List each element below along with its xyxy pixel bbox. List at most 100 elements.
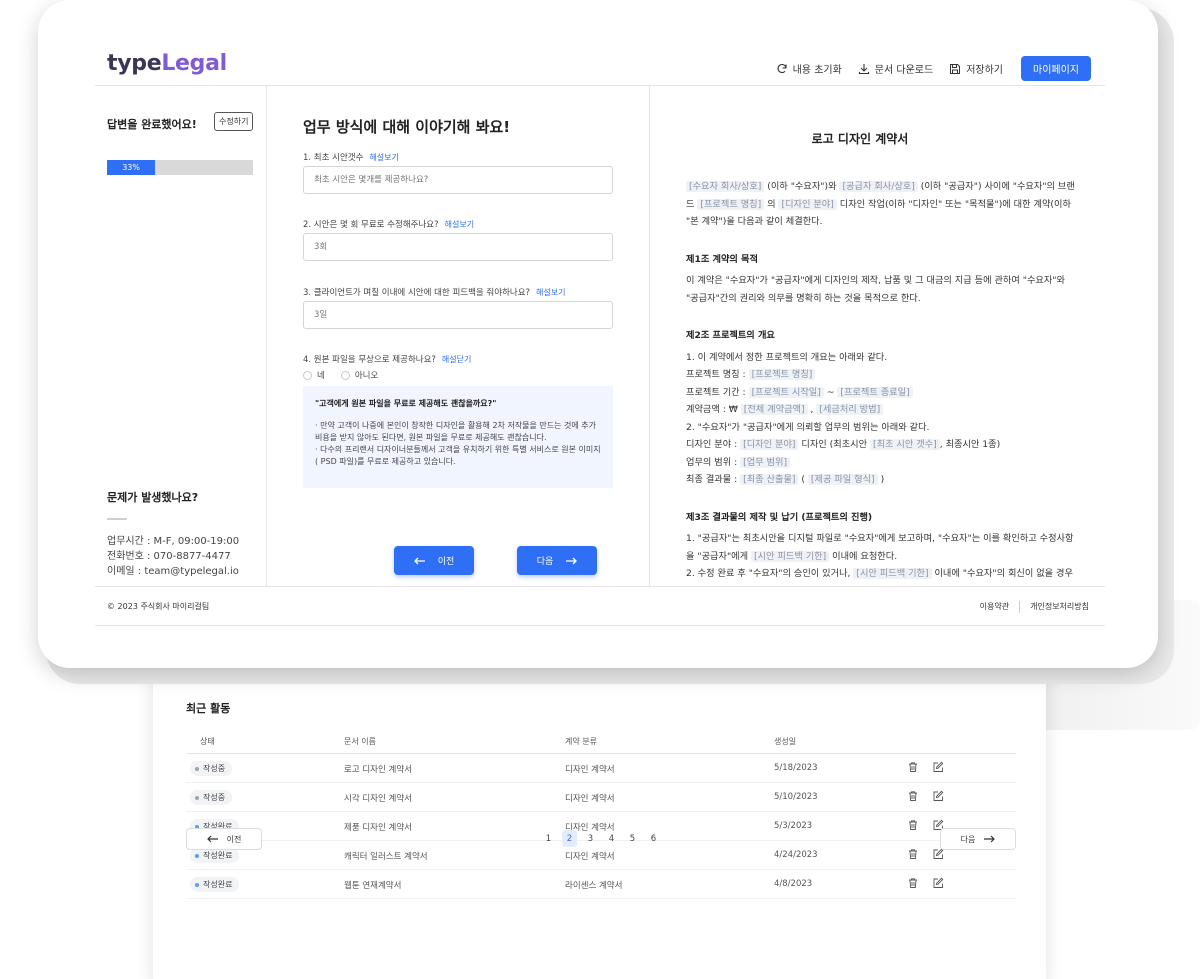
table-row[interactable]: 작성중 시각 디자인 계약서 디자인 계약서 5/10/2023 <box>186 783 1016 812</box>
table-row[interactable]: 작성중 로고 디자인 계약서 디자인 계약서 5/18/2023 <box>186 754 1016 783</box>
question-2-hint-link[interactable]: 해설보기 <box>445 220 474 229</box>
reset-button[interactable]: 내용 초기화 <box>776 61 842 76</box>
reset-label: 내용 초기화 <box>792 65 842 76</box>
stage: 최근 활동 상태 문서 이름 계약 분류 생성일 작성중 로고 디자인 계약서 디자… <box>0 0 1200 979</box>
trash-icon[interactable] <box>907 848 919 860</box>
trash-icon[interactable] <box>907 877 919 889</box>
article-2-title: 제2조 프로젝트의 개요 <box>686 330 775 341</box>
radio-yes-label: 네 <box>317 371 325 381</box>
activity-next-label: 다음 <box>960 834 976 844</box>
radio-no-circle[interactable] <box>340 370 350 380</box>
download-label: 문서 다운로드 <box>874 65 934 76</box>
placeholder-draft-count[interactable]: [최초 시안 갯수] <box>870 439 940 450</box>
status-label: 작성중 <box>203 793 226 802</box>
placeholder-client[interactable]: [수요자 회사/상호] <box>686 181 765 192</box>
column-header-name: 문서 이름 <box>344 737 376 746</box>
mypage-button[interactable]: 마이페이지 <box>1021 56 1091 81</box>
contract-text: , 최종시안 1종) <box>939 439 1001 450</box>
edit-icon[interactable] <box>932 877 944 889</box>
next-button[interactable]: 다음 <box>517 546 597 575</box>
placeholder-project[interactable]: [프로젝트 명칭] <box>748 369 816 380</box>
status-dot <box>195 795 199 800</box>
previous-button[interactable]: 이전 <box>394 546 474 575</box>
contract-text: 프로젝트 명칭 : <box>686 369 749 380</box>
question-4-hint-link[interactable]: 해설닫기 <box>442 355 471 364</box>
document-name[interactable]: 로고 디자인 계약서 <box>344 763 412 775</box>
column-header-date: 생성일 <box>774 737 797 746</box>
radio-yes-circle[interactable] <box>303 370 312 380</box>
radio-yes[interactable]: 네 <box>303 369 325 381</box>
placeholder-tax[interactable]: [세금처리 방법] <box>816 404 884 415</box>
logo[interactable]: typeLegal <box>107 51 227 76</box>
placeholder-file-format[interactable]: [제공 파일 형식] <box>807 474 878 485</box>
arrow-right-icon <box>566 557 578 564</box>
contract-category: 라이센스 계약서 <box>565 881 623 891</box>
save-button[interactable]: 저장하기 <box>949 61 1003 76</box>
placeholder-feedback-deadline[interactable]: [시안 피드백 기한] <box>751 550 830 562</box>
placeholder-amount[interactable]: [전체 계약금액] <box>740 404 808 415</box>
trash-icon[interactable] <box>907 819 919 831</box>
trash-icon[interactable] <box>907 761 919 773</box>
question-3-hint-link[interactable]: 해설보기 <box>536 288 565 297</box>
question-1-text: 1. 최초 시안갯수 <box>303 153 364 163</box>
placeholder-design-field[interactable]: [디자인 분야] <box>740 439 799 450</box>
contract-text: 계약금액 : ₩ <box>686 404 741 415</box>
document-name[interactable]: 제품 디자인 계약서 <box>344 821 412 833</box>
edit-icon[interactable] <box>932 761 944 773</box>
page-number[interactable]: 2 <box>562 830 577 847</box>
trash-icon[interactable] <box>907 790 919 802</box>
question-4-text: 4. 원본 파일을 무상으로 제공하나요? <box>303 355 436 365</box>
document-name[interactable]: 캐릭터 일러스트 계약서 <box>344 850 428 862</box>
explanation-box: "고객에게 원본 파일을 무료로 제공해도 괜찮을까요?" · 만약 고객이 나… <box>303 386 613 488</box>
page-number[interactable]: 3 <box>583 830 598 847</box>
table-row[interactable]: 작성완료 웹툰 연재계약서 라이센스 계약서 4/8/2023 <box>186 870 1016 899</box>
placeholder-end-date[interactable]: [프로젝트 종료일] <box>837 386 913 398</box>
header-actions: 내용 초기화 문서 다운로드 저장하기 마이페이지 <box>776 56 1091 81</box>
activity-prev-button[interactable]: 이전 <box>186 828 262 850</box>
document-name[interactable]: 웹툰 연재계약서 <box>344 879 401 891</box>
question-1-hint-link[interactable]: 해설보기 <box>369 153 398 162</box>
placeholder-start-date[interactable]: [프로젝트 시작일] <box>748 386 824 398</box>
contract-category: 디자인 계약서 <box>565 794 615 804</box>
contract-category: 디자인 계약서 <box>565 765 615 775</box>
question-2-label: 2. 시안은 몇 회 무료로 수정해주나요? 해설보기 <box>303 218 474 230</box>
contract-text: ( <box>798 474 808 485</box>
copyright: © 2023 주식회사 마이리걸팀 <box>107 602 210 611</box>
article-2-scope: 업무의 범위 : [업무 범위] <box>686 454 1078 472</box>
status-dot <box>195 766 199 771</box>
page-number[interactable]: 6 <box>646 830 661 847</box>
contract-text: 디자인 (최초시안 <box>798 439 870 450</box>
placeholder-scope[interactable]: [업무 범위] <box>740 456 791 468</box>
refresh-icon <box>777 63 787 73</box>
table-body: 작성중 로고 디자인 계약서 디자인 계약서 5/18/2023 작성중 시각 디자인 계… <box>186 754 1016 899</box>
document-name[interactable]: 시각 디자인 계약서 <box>344 792 412 804</box>
placeholder-project[interactable]: [프로젝트 명칭] <box>697 198 765 210</box>
contract-text: ~ <box>823 386 838 398</box>
page-number[interactable]: 5 <box>625 830 640 847</box>
radio-no-label: 아니오 <box>354 371 379 381</box>
save-icon <box>950 63 961 74</box>
email-address[interactable]: 이메일 : team@typelegal.io <box>107 564 239 579</box>
placeholder-feedback-deadline[interactable]: [시안 피드백 기한] <box>853 568 932 579</box>
article-2-project-name: 프로젝트 명칭 : [프로젝트 명칭] <box>686 366 1078 384</box>
privacy-link[interactable]: 개인정보처리방침 <box>1030 601 1089 613</box>
terms-link[interactable]: 이용약관 <box>980 601 1009 613</box>
edit-answers-button[interactable]: 수정하기 <box>214 112 254 131</box>
question-3-text: 3. 클라이언트가 며칠 이내에 시안에 대한 피드백을 줘야하나요? <box>303 288 531 298</box>
footer-links: 이용약관 개인정보처리방침 <box>980 601 1089 613</box>
free-revision-input[interactable] <box>303 233 613 261</box>
page-number[interactable]: 4 <box>604 830 619 847</box>
activity-next-button[interactable]: 다음 <box>940 828 1016 850</box>
edit-icon[interactable] <box>932 790 944 802</box>
placeholder-deliverable[interactable]: [최종 산출물] <box>740 474 799 485</box>
status-dot <box>195 853 199 858</box>
initial-draft-count-input[interactable] <box>303 166 613 194</box>
page-number[interactable]: 1 <box>541 830 556 847</box>
placeholder-provider[interactable]: [공급자 회사/상호] <box>839 181 918 192</box>
contract-body: [수요자 회사/상호] (이하 "수요자")와 [공급자 회사/상호] (이하 … <box>686 178 1078 586</box>
radio-no[interactable]: 아니오 <box>340 369 379 381</box>
feedback-days-input[interactable] <box>303 301 613 329</box>
download-button[interactable]: 문서 다운로드 <box>858 61 933 76</box>
contract-text: 이내에 요청한다. <box>829 550 898 562</box>
placeholder-design-field[interactable]: [디자인 분야] <box>778 198 837 210</box>
